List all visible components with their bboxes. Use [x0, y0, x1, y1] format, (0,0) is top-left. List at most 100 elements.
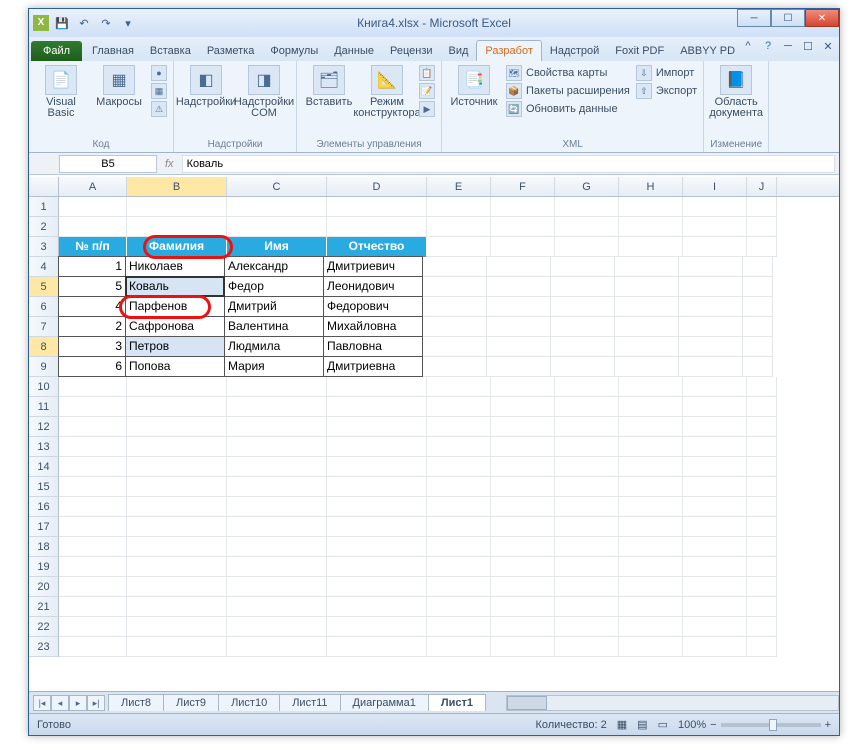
cell[interactable] — [619, 377, 683, 397]
cell[interactable] — [683, 237, 747, 257]
cell[interactable] — [127, 517, 227, 537]
cell[interactable] — [555, 237, 619, 257]
cell[interactable] — [327, 477, 427, 497]
cell[interactable] — [683, 377, 747, 397]
row-8[interactable]: 8 — [29, 337, 59, 357]
tab-developer[interactable]: Разработ — [476, 40, 541, 61]
cell[interactable] — [487, 337, 551, 357]
cell[interactable] — [619, 477, 683, 497]
cell[interactable] — [679, 277, 743, 297]
tab-formulas[interactable]: Формулы — [262, 41, 326, 61]
cell[interactable]: Коваль — [125, 276, 225, 297]
macro-security[interactable]: ⚠ — [151, 101, 167, 117]
minimize-button[interactable]: ─ — [737, 9, 771, 27]
close-button[interactable]: ✕ — [805, 9, 839, 27]
cell[interactable] — [427, 557, 491, 577]
view-code-button[interactable]: 📝 — [419, 83, 435, 99]
cell[interactable] — [747, 497, 777, 517]
cell[interactable]: 6 — [58, 356, 126, 377]
cell[interactable] — [619, 597, 683, 617]
tab-home[interactable]: Главная — [84, 41, 142, 61]
cell[interactable] — [619, 517, 683, 537]
cell[interactable] — [555, 457, 619, 477]
zoom-slider[interactable] — [721, 723, 821, 727]
cell[interactable] — [619, 237, 683, 257]
cell[interactable] — [491, 217, 555, 237]
cell[interactable] — [619, 417, 683, 437]
col-A[interactable]: A — [59, 177, 127, 196]
cell[interactable] — [747, 397, 777, 417]
cell[interactable]: Александр — [224, 256, 324, 277]
tab-layout[interactable]: Разметка — [199, 41, 263, 61]
cell[interactable] — [127, 577, 227, 597]
cell[interactable] — [615, 357, 679, 377]
cell[interactable] — [127, 197, 227, 217]
cell[interactable] — [615, 337, 679, 357]
cell[interactable] — [327, 537, 427, 557]
row-20[interactable]: 20 — [29, 577, 59, 597]
cell[interactable] — [747, 217, 777, 237]
view-layout-icon[interactable]: ▤ — [637, 718, 647, 731]
cell[interactable] — [551, 357, 615, 377]
row-23[interactable]: 23 — [29, 637, 59, 657]
cell[interactable] — [555, 577, 619, 597]
cell[interactable] — [427, 237, 491, 257]
cell[interactable] — [619, 637, 683, 657]
cell[interactable] — [491, 457, 555, 477]
addins-button[interactable]: ◧Надстройки — [180, 63, 232, 108]
cell[interactable] — [747, 537, 777, 557]
cell[interactable] — [619, 577, 683, 597]
cell[interactable] — [423, 257, 487, 277]
cell[interactable] — [551, 257, 615, 277]
cell[interactable] — [555, 637, 619, 657]
cell[interactable] — [743, 277, 773, 297]
cell[interactable] — [747, 557, 777, 577]
cell[interactable] — [619, 617, 683, 637]
cell[interactable] — [423, 317, 487, 337]
cell[interactable] — [59, 477, 127, 497]
cell[interactable] — [683, 477, 747, 497]
cell[interactable] — [327, 437, 427, 457]
cell[interactable] — [227, 557, 327, 577]
cell[interactable] — [615, 297, 679, 317]
cell[interactable]: 5 — [58, 276, 126, 297]
cell[interactable] — [619, 457, 683, 477]
cell[interactable] — [683, 557, 747, 577]
cell[interactable]: Попова — [125, 356, 225, 377]
cell[interactable] — [555, 557, 619, 577]
insert-control-button[interactable]: 🗂Вставить — [303, 63, 355, 108]
cell[interactable] — [227, 377, 327, 397]
cell[interactable] — [487, 357, 551, 377]
cell[interactable] — [491, 537, 555, 557]
row-7[interactable]: 7 — [29, 317, 59, 337]
cell[interactable] — [555, 217, 619, 237]
cell[interactable]: Сафронова — [125, 316, 225, 337]
cell[interactable]: 1 — [58, 256, 126, 277]
sheet-tab[interactable]: Лист11 — [279, 694, 340, 711]
cell[interactable] — [555, 417, 619, 437]
cell[interactable] — [327, 517, 427, 537]
cell[interactable] — [619, 497, 683, 517]
export-xml[interactable]: ⇧Экспорт — [636, 83, 697, 99]
cell[interactable] — [743, 317, 773, 337]
horizontal-scrollbar[interactable] — [506, 695, 839, 711]
map-properties[interactable]: 🗺Свойства карты — [506, 65, 630, 81]
qat-redo[interactable]: ↷ — [97, 14, 115, 32]
cell[interactable]: Михайловна — [323, 316, 423, 337]
cell[interactable]: Федор — [224, 276, 324, 297]
cell[interactable] — [683, 397, 747, 417]
doc-panel-button[interactable]: 📘Область документа — [710, 63, 762, 119]
cell[interactable] — [491, 437, 555, 457]
cell[interactable] — [491, 237, 555, 257]
row-16[interactable]: 16 — [29, 497, 59, 517]
cell[interactable] — [679, 357, 743, 377]
cell[interactable] — [683, 457, 747, 477]
cell[interactable] — [127, 217, 227, 237]
cell[interactable]: Мария — [224, 356, 324, 377]
cell[interactable] — [555, 437, 619, 457]
row-2[interactable]: 2 — [29, 217, 59, 237]
col-C[interactable]: C — [227, 177, 327, 196]
cell[interactable] — [327, 557, 427, 577]
cell[interactable] — [683, 617, 747, 637]
cell[interactable] — [747, 457, 777, 477]
